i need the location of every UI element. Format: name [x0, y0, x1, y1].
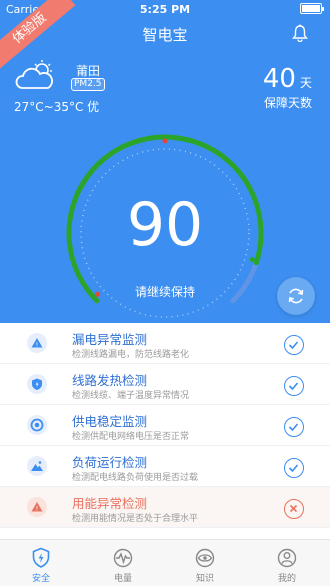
- app-screen: Carrier 5:25 PM 体验版 智电宝 莆田 PM2.5 27°C~35…: [0, 0, 330, 586]
- check-item-energy[interactable]: ! 用能异常检测 检测用能情况是否处于合理水平: [0, 487, 330, 528]
- tab-knowledge[interactable]: 知识: [164, 540, 246, 586]
- tab-bar: 安全 电量 知识 我的: [0, 539, 330, 586]
- check-item-leakage[interactable]: ! 漏电异常监测 检测线路漏电，防范线路老化: [0, 323, 330, 364]
- protection-days-label: 保障天数: [263, 96, 312, 110]
- tab-power[interactable]: 电量: [82, 540, 164, 586]
- check-item-description: 检测用能情况是否处于合理水平: [72, 514, 199, 524]
- tab-mine[interactable]: 我的: [246, 540, 328, 586]
- check-item-description: 检测配电线路负荷使用是否过载: [72, 473, 199, 483]
- warning-triangle-icon: !: [27, 497, 47, 517]
- pulse-icon: [113, 548, 133, 568]
- check-item-title: 用能异常检测: [72, 496, 148, 511]
- check-item-title: 漏电异常监测: [72, 332, 148, 347]
- protection-days: 40 天 保障天数: [263, 64, 312, 111]
- sun-cloud-icon: [14, 60, 58, 96]
- check-item-title: 供电稳定监测: [72, 414, 148, 429]
- tab-label: 知识: [195, 574, 214, 584]
- check-list: ! 漏电异常监测 检测线路漏电，防范线路老化 线路发热检测 检测线缆、端子温度异…: [0, 323, 330, 528]
- safety-score: 90: [126, 190, 204, 260]
- protection-days-count: 40: [262, 64, 296, 94]
- check-item-description: 检测线缆、端子温度异常情况: [72, 391, 190, 401]
- check-item-voltage[interactable]: 供电稳定监测 检测供配电网络电压是否正常: [0, 405, 330, 446]
- check-error-icon: [284, 499, 304, 519]
- tab-label: 电量: [113, 574, 132, 584]
- check-ok-icon: [284, 417, 304, 437]
- check-item-heating[interactable]: 线路发热检测 检测线缆、端子温度异常情况: [0, 364, 330, 405]
- tab-label: 我的: [277, 574, 296, 584]
- check-item-title: 线路发热检测: [72, 373, 148, 388]
- check-ok-icon: [284, 376, 304, 396]
- city-label: 莆田: [76, 64, 101, 78]
- refresh-icon: [288, 288, 304, 304]
- eye-icon: [195, 548, 215, 568]
- check-ok-icon: [284, 458, 304, 478]
- check-item-title: 负荷运行检测: [72, 455, 148, 470]
- bell-icon[interactable]: [292, 24, 308, 46]
- target-icon: [27, 415, 47, 435]
- mountain-icon: [27, 456, 47, 476]
- warning-triangle-icon: !: [27, 333, 47, 353]
- tab-safety[interactable]: 安全: [0, 540, 82, 586]
- shield-bolt-icon: [27, 374, 47, 394]
- safety-header-panel: Carrier 5:25 PM 体验版 智电宝 莆田 PM2.5 27°C~35…: [0, 0, 330, 323]
- gauge-top-marker: [162, 138, 168, 144]
- battery-icon: [300, 3, 324, 14]
- gauge-end-marker: [249, 256, 255, 262]
- check-item-load[interactable]: 负荷运行检测 检测配电线路负荷使用是否过载: [0, 446, 330, 487]
- shield-bolt-icon: [32, 547, 50, 568]
- page-title: 智电宝: [142, 26, 188, 44]
- svg-text:!: !: [36, 342, 38, 349]
- tab-label: 安全: [31, 574, 50, 584]
- svg-text:!: !: [36, 506, 38, 513]
- protection-days-unit: 天: [299, 76, 312, 90]
- pm25-badge: PM2.5: [71, 78, 105, 91]
- refresh-button[interactable]: [277, 277, 315, 315]
- person-icon: [277, 548, 297, 568]
- check-ok-icon: [284, 335, 304, 355]
- check-item-description: 检测供配电网络电压是否正常: [72, 432, 190, 442]
- check-item-description: 检测线路漏电，防范线路老化: [72, 350, 190, 360]
